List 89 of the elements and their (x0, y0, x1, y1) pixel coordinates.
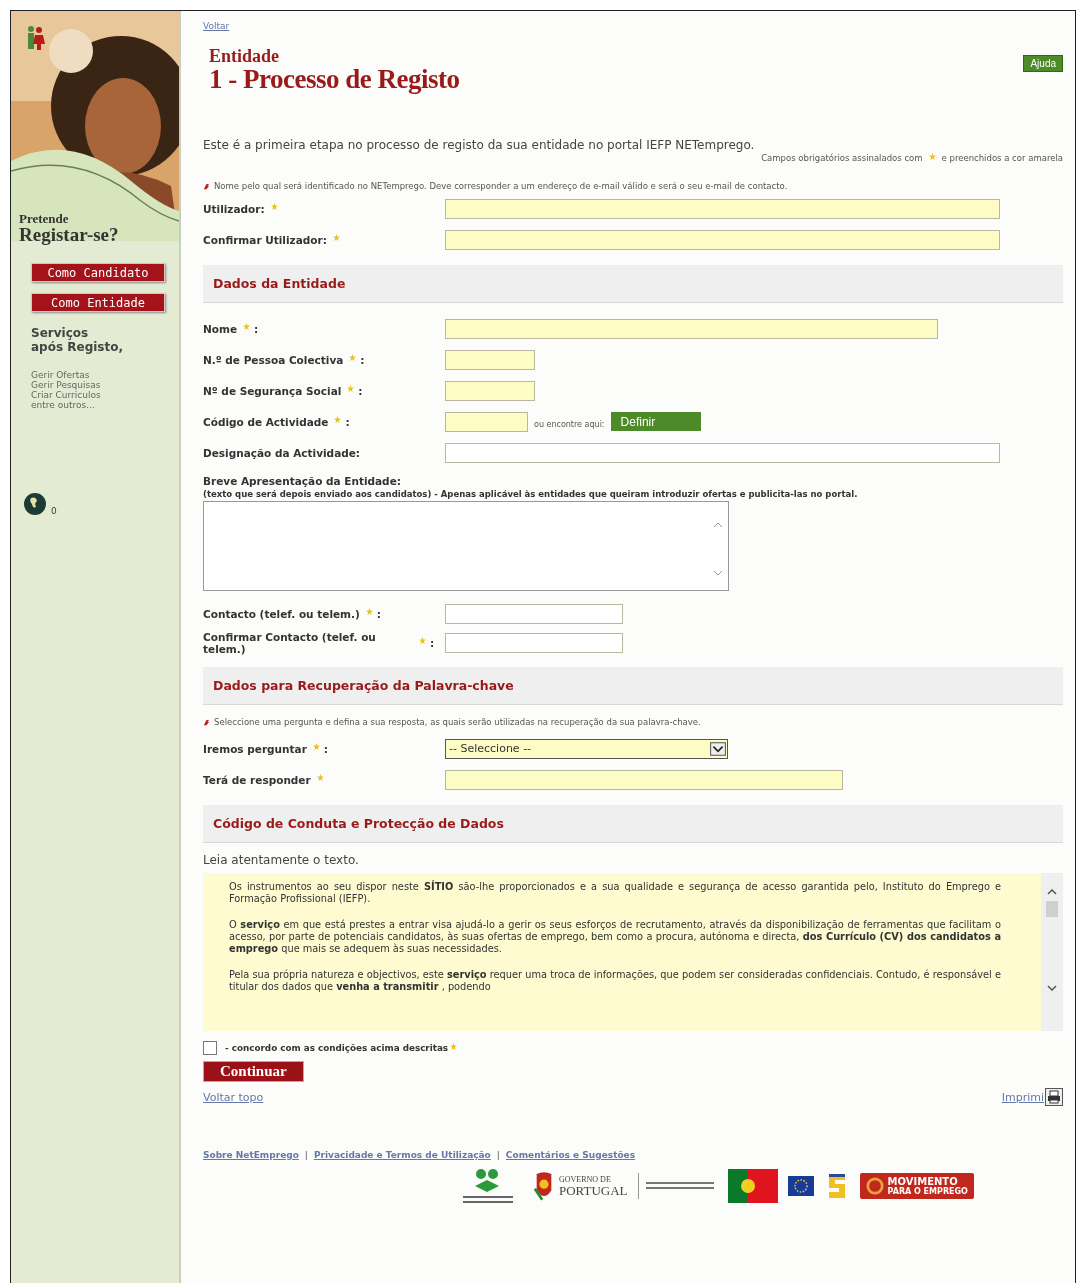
label-colon: : (254, 322, 259, 335)
sidebar-question: Pretende (19, 213, 70, 225)
field-note: Nome pelo qual será identificado no NETemprego. Deve corresponder a um endereço de e-mail válido e será o seu e-mail de contacto. (214, 181, 788, 191)
page-title: 1 - Processo de Registo (209, 65, 460, 93)
footer-link[interactable]: Privacidade e Termos de Utilização (313, 1150, 491, 1160)
pointer-icon (203, 182, 210, 190)
link-separator: | (496, 1150, 500, 1160)
service-item: Gerir Ofertas (31, 370, 91, 380)
intro-text: Este é a primeira etapa no processo de registo da sua entidade no portal IEFP NETemprego. (203, 138, 756, 152)
lookup-hint: ou encontre aqui: (534, 420, 605, 429)
section-header: Dados da Entidade (203, 265, 1063, 303)
terms-paragraph: Os instrumentos ao seu dispor neste SÍTIO são-lhe proporcionados e a sua qualidade e segurança de acesso garantida pelo, Instituto do Emprego e Formação Profissional (IEFP). (229, 881, 1001, 905)
input-field[interactable] (445, 198, 1000, 219)
scrollbar[interactable] (1041, 873, 1063, 1031)
field-label: Breve Apresentação da Entidade: (203, 475, 401, 487)
service-item: entre outros... (31, 400, 96, 410)
field-hint: (texto que será depois enviado aos candidatos) - Apenas aplicável às entidades que queiram introduzir ofertas e publicita-las no portal. (203, 489, 859, 499)
terms-paragraph: Pela sua própria natureza e objectivos, este serviço requer uma troca de informações, que podem ser consideradas confidenciais. Contudo, é responsável e titular dos dados que venha a transmitir , podendo (229, 969, 1001, 993)
back-to-top-link[interactable]: Voltar topo (203, 1090, 264, 1104)
input-field[interactable] (445, 442, 1000, 463)
input-field[interactable] (445, 411, 528, 432)
terms-paragraph: O serviço em que está prestes a entrar visa ajudá-lo a gerir os seus esforços de recrutamento, através da disponibilização de ferramentas que facilitam o acesso, por parte de potenciais candidatos, às suas ofertas de emprego, bem como a procura, autónoma e directa, dos Currículo (CV) dos candidatos a emprego que mais se adequem às suas necessidades. (229, 919, 1001, 955)
required-note: e preenchidos a cor amarela (941, 153, 1063, 163)
field-label: Código de Actividade (203, 415, 329, 428)
label-colon: : (345, 415, 350, 428)
label-colon: : (358, 384, 363, 397)
field-label: Confirmar Utilizador: (203, 233, 327, 246)
continue-button[interactable]: Continuar (203, 1061, 304, 1082)
people-icon (25, 25, 45, 51)
caret-icon (710, 741, 726, 756)
register-button[interactable]: Como Candidato (31, 263, 165, 282)
counter-value: 0 (51, 506, 57, 516)
section-header: Código de Conduta e Protecção de Dados (203, 805, 1063, 843)
printer-icon[interactable] (1045, 1088, 1063, 1106)
service-item: Gerir Pesquisas (31, 380, 102, 390)
back-link[interactable]: Voltar (203, 21, 230, 31)
help-button[interactable]: Ajuda (1023, 55, 1063, 72)
scroll-up-icon (713, 522, 723, 528)
logo-text: PORTUGAL (559, 1184, 628, 1197)
label-colon: : (376, 607, 382, 620)
label-colon: : (323, 742, 329, 755)
field-label: Utilizador: (203, 202, 265, 215)
label-colon: : (360, 353, 365, 366)
input-field[interactable] (445, 769, 843, 790)
page-subtitle: Entidade (209, 47, 281, 65)
required-note: Campos obrigatórios assinalados com (761, 153, 923, 163)
text-area[interactable] (203, 501, 729, 591)
scroll-thumb[interactable] (1046, 901, 1058, 917)
input-field[interactable] (445, 632, 623, 653)
input-field[interactable] (445, 380, 535, 401)
sidebar-question: Registar-se? (19, 225, 120, 245)
input-field[interactable] (445, 318, 938, 339)
scroll-down-icon (713, 570, 723, 576)
define-button[interactable]: Definir (610, 412, 701, 431)
footer-link[interactable]: Comentários e Sugestões (505, 1150, 636, 1160)
field-label: Nº de Segurança Social (203, 384, 342, 397)
logo-text: GOVERNO DE (559, 1175, 612, 1184)
section-header: Dados para Recuperação da Palavra-chave (203, 667, 1063, 705)
field-label: Confirmar Contacto (telef. ou telem.) (203, 630, 377, 655)
services-heading: após Registo, (31, 340, 124, 354)
footer-link[interactable]: Sobre NetEmprego (203, 1150, 299, 1160)
agree-checkbox[interactable] (203, 1041, 217, 1055)
register-button[interactable]: Como Entidade (31, 293, 165, 312)
input-field[interactable] (445, 229, 1000, 250)
flag-icon (727, 1169, 778, 1203)
swirl-icon (865, 1177, 884, 1195)
field-note: Seleccione uma pergunta e defina a sua resposta, as quais serão utilizadas na recuperação da sua palavra-chave. (214, 717, 701, 727)
instruction-text: Leia atentamente o texto. (203, 853, 360, 867)
link-separator: | (304, 1150, 308, 1160)
input-field[interactable] (445, 603, 623, 624)
field-label: N.º de Pessoa Colectiva (203, 353, 344, 366)
label-colon: : (430, 636, 435, 649)
print-link[interactable]: Imprimi (1001, 1090, 1044, 1104)
services-heading: Serviços (31, 326, 90, 340)
field-label: Designação da Actividade: (203, 446, 361, 459)
agree-label: - concordo com as condições acima descritas (225, 1043, 449, 1053)
pointer-icon (203, 718, 210, 726)
globe-icon (23, 492, 47, 516)
question-dropdown[interactable]: -- Seleccione -- (445, 738, 728, 759)
field-label: Iremos perguntar (203, 742, 307, 755)
input-field[interactable] (445, 349, 535, 370)
service-item: Criar Curriculos (31, 390, 102, 400)
field-label: Terá de responder (203, 773, 311, 786)
required-star-icon (928, 153, 936, 160)
field-label: Contacto (telef. ou telem.) (203, 607, 360, 620)
scroll-down-icon[interactable] (1047, 985, 1057, 991)
field-label: Nome (203, 322, 238, 335)
scroll-up-icon[interactable] (1047, 889, 1057, 895)
movement-logo: MOVIMENTO PARA O EMPREGO (859, 1173, 974, 1199)
